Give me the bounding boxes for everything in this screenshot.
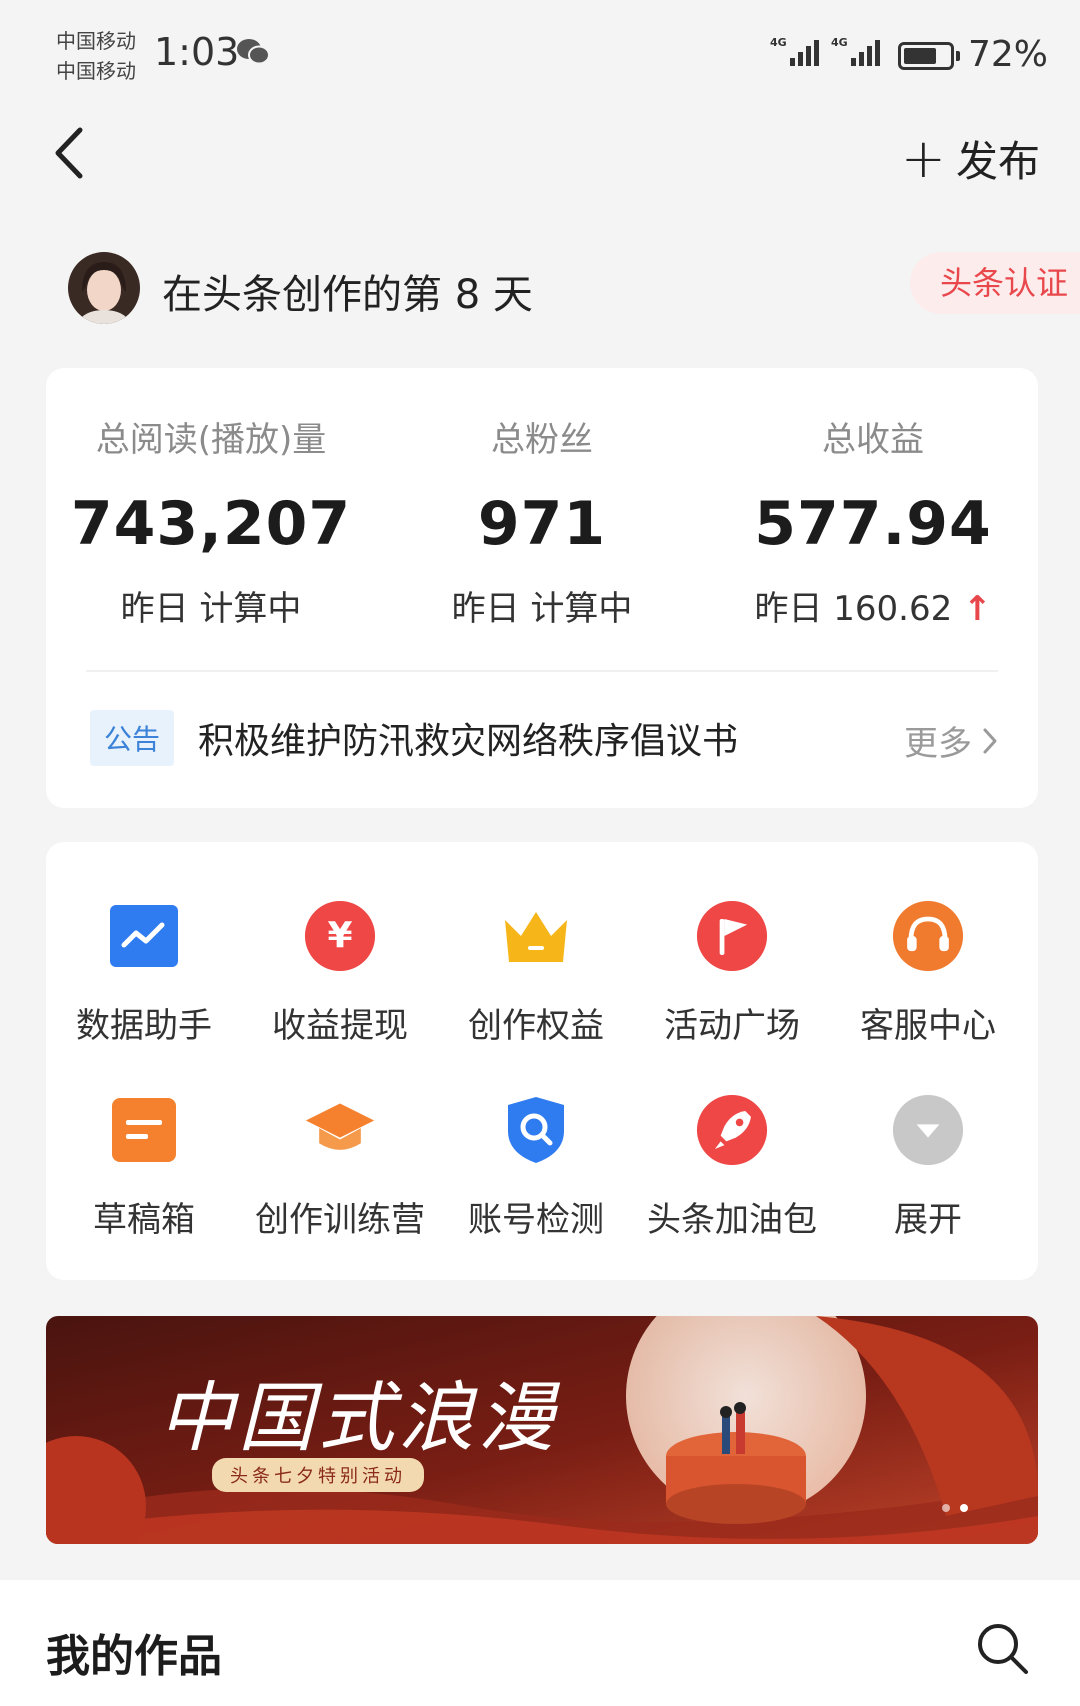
stat-yesterday: 昨日 计算中 bbox=[120, 589, 302, 629]
tool-label: 收益提现 bbox=[272, 1006, 408, 1046]
tool-drafts[interactable]: 草稿箱 bbox=[46, 1094, 242, 1241]
more-label: 更多 bbox=[904, 724, 972, 764]
my-works-title: 我的作品 bbox=[46, 1631, 222, 1682]
stat-fans[interactable]: 总粉丝 971 昨日 计算中 bbox=[377, 412, 707, 630]
battery-icon bbox=[898, 42, 960, 70]
certification-badge[interactable]: 头条认证 bbox=[910, 252, 1080, 314]
crown-icon bbox=[500, 900, 572, 972]
stat-yesterday: 昨日 160.62 ↑ bbox=[708, 581, 1038, 630]
signal-indicators: 4G 4G bbox=[770, 34, 880, 66]
stat-value: 971 bbox=[477, 489, 607, 559]
tool-boost-pack[interactable]: 头条加油包 bbox=[634, 1094, 830, 1241]
tool-earnings-withdraw[interactable]: ¥ 收益提现 bbox=[242, 900, 438, 1047]
profile-header: 在头条创作的第 8 天 头条认证 bbox=[0, 240, 1080, 340]
tool-activity-square[interactable]: 活动广场 bbox=[634, 900, 830, 1047]
wechat-icon bbox=[237, 39, 270, 65]
notice-tag: 公告 bbox=[90, 710, 175, 766]
trend-up-icon: ↑ bbox=[963, 589, 992, 629]
plus-icon: + bbox=[900, 126, 946, 190]
rocket-icon bbox=[696, 1094, 768, 1166]
carrier-2: 中国移动 bbox=[56, 59, 136, 83]
tool-label: 草稿箱 bbox=[93, 1200, 195, 1240]
tool-label: 活动广场 bbox=[664, 1006, 800, 1046]
tools-card: 数据助手 ¥ 收益提现 创作权益 活动广场 客服中心 草稿箱 创作训练营 账号检… bbox=[46, 842, 1038, 1280]
stat-reads[interactable]: 总阅读(播放)量 743,207 昨日 计算中 bbox=[46, 412, 376, 630]
stat-label: 总收益 bbox=[822, 420, 924, 460]
stat-earnings[interactable]: 总收益 577.94 昨日 160.62 ↑ bbox=[708, 412, 1038, 630]
tool-training-camp[interactable]: 创作训练营 bbox=[242, 1094, 438, 1241]
notice-more-link[interactable]: 更多 bbox=[904, 716, 998, 765]
nav-bar: + 发布 bbox=[0, 100, 1080, 210]
tool-customer-service[interactable]: 客服中心 bbox=[830, 900, 1026, 1047]
tool-label: 创作训练营 bbox=[255, 1200, 425, 1240]
notice-text[interactable]: 积极维护防汛救灾网络秩序倡议书 bbox=[198, 712, 738, 764]
stats-card: 总阅读(播放)量 743,207 昨日 计算中 总粉丝 971 昨日 计算中 总… bbox=[46, 368, 1038, 808]
battery-percent: 72% bbox=[968, 34, 1049, 75]
divider bbox=[86, 670, 998, 672]
chevron-right-icon bbox=[983, 728, 997, 753]
stat-value: 577.94 bbox=[754, 489, 992, 559]
status-bar: 中国移动 中国移动 1:03 4G 4G 72% bbox=[0, 0, 1080, 100]
my-works-bar: 我的作品 bbox=[0, 1580, 1080, 1706]
promo-banner[interactable]: 中国式浪漫 头条七夕特别活动 bbox=[46, 1316, 1038, 1544]
banner-title: 中国式浪漫 bbox=[158, 1373, 558, 1462]
signal-1-icon: 4G bbox=[770, 34, 819, 66]
tool-label: 头条加油包 bbox=[647, 1200, 817, 1240]
tool-label: 账号检测 bbox=[468, 1200, 604, 1240]
draft-icon bbox=[108, 1094, 180, 1166]
back-icon[interactable] bbox=[40, 118, 100, 188]
clock: 1:03 bbox=[154, 30, 240, 74]
publish-label: 发布 bbox=[955, 137, 1040, 186]
tool-data-assistant[interactable]: 数据助手 bbox=[46, 900, 242, 1047]
banner-subtitle: 头条七夕特别活动 bbox=[212, 1458, 424, 1492]
search-icon[interactable] bbox=[974, 1620, 1030, 1676]
headset-icon bbox=[892, 900, 964, 972]
avatar[interactable] bbox=[68, 252, 140, 324]
tool-creator-rights[interactable]: 创作权益 bbox=[438, 900, 634, 1047]
stat-label: 总粉丝 bbox=[491, 420, 593, 460]
creation-days-title: 在头条创作的第 8 天 bbox=[162, 272, 533, 318]
yuan-icon: ¥ bbox=[304, 900, 376, 972]
tool-account-check[interactable]: 账号检测 bbox=[438, 1094, 634, 1241]
signal-2-icon: 4G bbox=[831, 34, 880, 66]
notice-bar[interactable]: 公告 积极维护防汛救灾网络秩序倡议书 更多 bbox=[90, 708, 998, 768]
stat-label: 总阅读(播放)量 bbox=[95, 420, 327, 460]
tool-label: 客服中心 bbox=[860, 1006, 996, 1046]
svg-text:¥: ¥ bbox=[327, 915, 352, 956]
carrier-1: 中国移动 bbox=[56, 29, 136, 53]
stat-yesterday: 昨日 计算中 bbox=[451, 589, 633, 629]
stat-value: 743,207 bbox=[70, 489, 352, 559]
data-chart-icon bbox=[108, 900, 180, 972]
stat-yesterday-value: 昨日 160.62 bbox=[754, 589, 953, 629]
tool-expand[interactable]: 展开 bbox=[830, 1094, 1026, 1241]
tool-label: 展开 bbox=[894, 1200, 962, 1240]
expand-icon bbox=[892, 1094, 964, 1166]
shield-search-icon bbox=[500, 1094, 572, 1166]
flag-icon bbox=[696, 900, 768, 972]
tool-label: 数据助手 bbox=[76, 1006, 212, 1046]
publish-button[interactable]: + 发布 bbox=[901, 128, 1040, 189]
graduation-cap-icon bbox=[304, 1094, 376, 1166]
tool-label: 创作权益 bbox=[468, 1006, 604, 1046]
carrier-labels: 中国移动 中国移动 bbox=[56, 26, 136, 86]
